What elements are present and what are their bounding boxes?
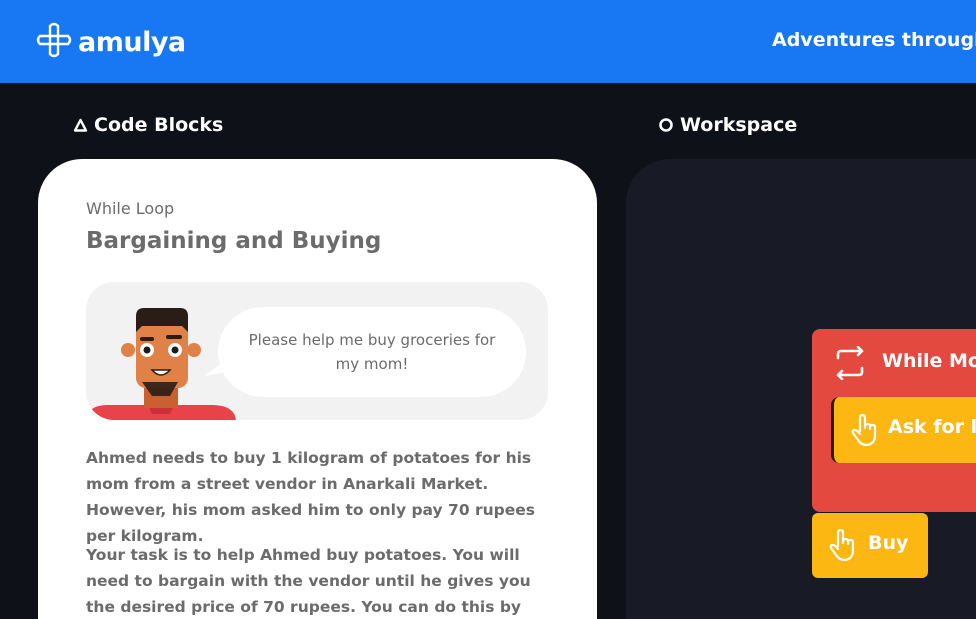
- ask-block-label: Ask for lo: [888, 416, 976, 438]
- brand-name: amulya: [78, 26, 186, 58]
- pointing-hand-icon: [850, 413, 880, 451]
- lesson-title: Bargaining and Buying: [86, 228, 382, 254]
- instruction-card: While Loop Bargaining and Buying Please …: [38, 159, 597, 619]
- triangle-icon: [73, 118, 88, 132]
- header-tagline: Adventures through: [772, 29, 976, 51]
- ask-for-lower-price-block[interactable]: Ask for lo: [831, 397, 976, 463]
- character-dialog: Please help me buy groceries for my mom!: [86, 282, 548, 420]
- loop-arrows-icon: [832, 345, 868, 384]
- speech-bubble: Please help me buy groceries for my mom!: [218, 307, 526, 397]
- pointing-hand-icon: [828, 528, 858, 566]
- buy-block[interactable]: Buy: [812, 513, 928, 578]
- code-blocks-heading: Code Blocks: [73, 114, 223, 136]
- lesson-topic: While Loop: [86, 199, 175, 218]
- code-blocks-label: Code Blocks: [94, 114, 224, 136]
- story-paragraph: Ahmed needs to buy 1 kilogram of potatoe…: [86, 449, 536, 545]
- circle-icon: [658, 117, 674, 133]
- while-block-label: While Mo: [882, 350, 976, 372]
- workspace-label: Workspace: [680, 114, 798, 136]
- top-header: amulya Adventures through: [0, 0, 976, 83]
- brand-logo[interactable]: amulya: [36, 22, 186, 62]
- task-paragraph: Your task is to help Ahmed buy potatoes.…: [86, 546, 531, 616]
- logo-mark-icon: [36, 22, 72, 62]
- workspace-heading: Workspace: [658, 114, 797, 136]
- buy-block-label: Buy: [868, 532, 909, 554]
